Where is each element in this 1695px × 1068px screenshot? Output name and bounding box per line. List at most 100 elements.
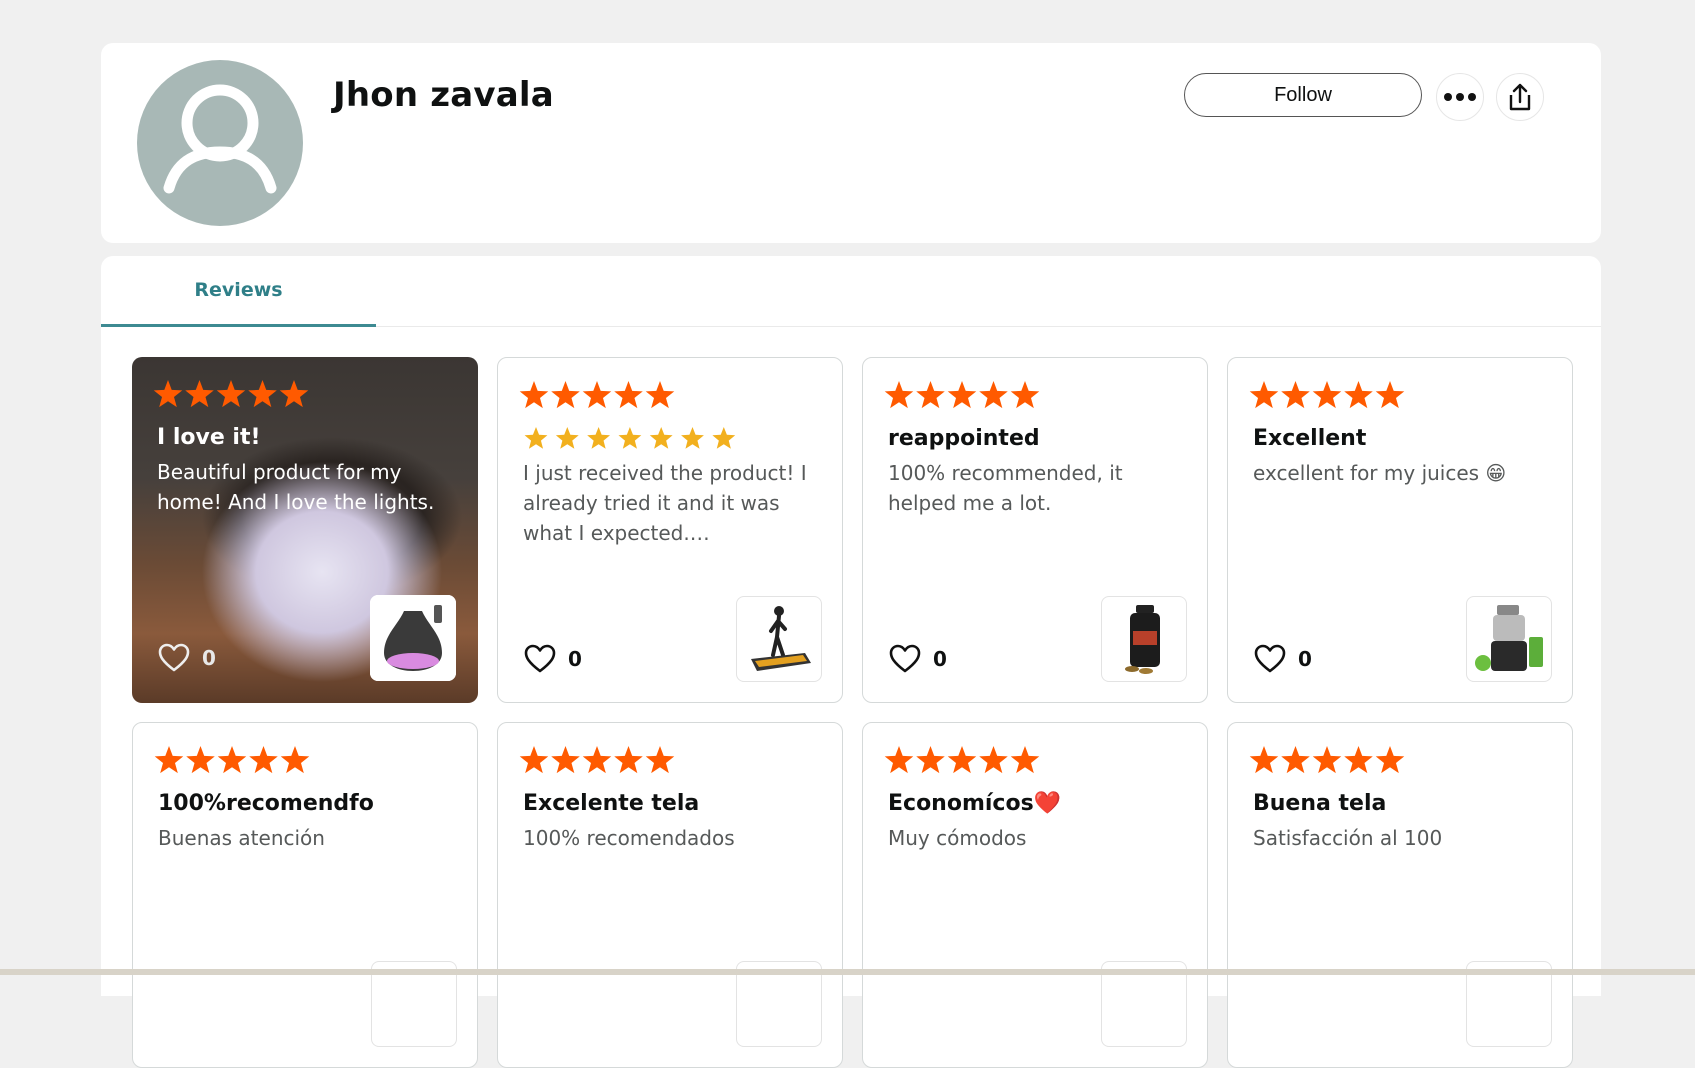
review-body: excellent for my juices 😁 xyxy=(1253,461,1507,485)
star-icon xyxy=(1344,381,1373,409)
tab-bar: Reviews xyxy=(101,256,1601,327)
review-body: Beautiful product for my home! And I lov… xyxy=(157,460,435,514)
review-card[interactable]: 100%recomendfo Buenas atención xyxy=(132,722,478,1068)
window-bottom-edge xyxy=(0,969,1695,975)
review-title: I love it! xyxy=(157,425,261,450)
star-rating xyxy=(519,746,675,774)
small-star-icon xyxy=(555,427,579,449)
small-star-icon xyxy=(649,427,673,449)
like-button[interactable]: 0 xyxy=(1254,644,1312,674)
star-icon xyxy=(185,380,214,408)
star-icon xyxy=(519,381,549,409)
star-icon xyxy=(279,380,309,408)
heart-icon xyxy=(158,643,190,672)
star-icon xyxy=(1249,746,1279,774)
star-icon xyxy=(1281,381,1310,409)
supplement-bottle-image xyxy=(1125,605,1160,674)
star-icon xyxy=(645,381,675,409)
star-rating xyxy=(1249,381,1405,409)
like-button[interactable]: 0 xyxy=(889,644,947,674)
star-icon xyxy=(216,380,246,408)
star-rating xyxy=(1249,746,1405,774)
small-star-icon xyxy=(618,427,642,449)
product-thumbnail[interactable] xyxy=(1101,596,1187,682)
like-count: 0 xyxy=(568,647,582,671)
star-rating xyxy=(884,381,1040,409)
diffuser-image xyxy=(370,595,456,681)
heart-icon xyxy=(889,644,921,673)
review-body: 100% recomendados xyxy=(523,826,735,850)
avatar xyxy=(137,60,303,226)
star-icon xyxy=(1312,746,1342,774)
like-count: 0 xyxy=(1298,647,1312,671)
star-icon xyxy=(1375,381,1405,409)
review-card[interactable]: Excellent excellent for my juices 😁 0 xyxy=(1227,357,1573,703)
star-icon xyxy=(884,746,914,774)
star-icon xyxy=(614,746,643,774)
star-icon xyxy=(884,381,914,409)
review-card[interactable]: Excelente tela 100% recomendados xyxy=(497,722,843,1068)
review-card[interactable]: Economícos❤️ Muy cómodos xyxy=(862,722,1208,1068)
star-rating xyxy=(153,380,309,408)
small-star-icon xyxy=(587,427,611,449)
share-button[interactable] xyxy=(1496,73,1544,121)
star-icon xyxy=(186,746,215,774)
star-icon xyxy=(280,746,310,774)
star-icon xyxy=(979,746,1008,774)
product-thumbnail[interactable] xyxy=(1466,596,1552,682)
profile-name: Jhon zavala xyxy=(333,75,554,115)
star-icon xyxy=(153,380,183,408)
follow-button[interactable]: Follow xyxy=(1184,73,1422,117)
product-thumbnail[interactable] xyxy=(736,596,822,682)
star-icon xyxy=(1375,746,1405,774)
star-icon xyxy=(947,746,977,774)
review-title: Buena tela xyxy=(1253,791,1387,816)
like-button[interactable]: 0 xyxy=(158,643,216,673)
star-icon xyxy=(916,746,945,774)
star-icon xyxy=(1312,381,1342,409)
review-body: Muy cómodos xyxy=(888,826,1027,850)
small-star-icon xyxy=(524,427,548,449)
star-rating xyxy=(884,746,1040,774)
review-body: Buenas atención xyxy=(158,826,325,850)
secondary-star-rating xyxy=(524,427,736,449)
star-icon xyxy=(249,746,278,774)
product-thumbnail[interactable] xyxy=(370,595,456,681)
juicer-image xyxy=(1475,605,1543,671)
profile-header: Jhon zavala Follow xyxy=(101,43,1601,243)
star-icon xyxy=(551,746,580,774)
reviews-panel: Reviews I love it! Beautiful product for… xyxy=(101,256,1601,1068)
star-icon xyxy=(519,746,549,774)
walking-pad-image xyxy=(751,606,811,671)
star-icon xyxy=(551,381,580,409)
star-icon xyxy=(1010,746,1040,774)
like-count: 0 xyxy=(933,647,947,671)
more-options-button[interactable] xyxy=(1436,73,1484,121)
star-rating xyxy=(154,746,310,774)
review-card[interactable]: reappointed 100% recommended, it helped … xyxy=(862,357,1208,703)
user-silhouette-icon xyxy=(163,84,277,194)
star-icon xyxy=(979,381,1008,409)
star-icon xyxy=(582,381,612,409)
heart-icon xyxy=(524,644,556,673)
star-icon xyxy=(154,746,184,774)
review-body: I just received the product! I already t… xyxy=(523,461,807,545)
review-card[interactable]: I just received the product! I already t… xyxy=(497,357,843,703)
review-title: reappointed xyxy=(888,426,1040,451)
like-button[interactable]: 0 xyxy=(524,644,582,674)
star-icon xyxy=(1344,746,1373,774)
review-body: 100% recommended, it helped me a lot. xyxy=(888,461,1123,515)
tab-reviews[interactable]: Reviews xyxy=(101,256,376,327)
star-icon xyxy=(916,381,945,409)
star-icon xyxy=(1249,381,1279,409)
review-title: 100%recomendfo xyxy=(158,791,374,816)
share-icon xyxy=(1509,83,1531,111)
star-icon xyxy=(217,746,247,774)
review-card[interactable]: Buena tela Satisfacción al 100 xyxy=(1227,722,1573,1068)
review-title: Economícos❤️ xyxy=(888,791,1062,816)
heart-icon xyxy=(1254,644,1286,673)
star-icon xyxy=(1010,381,1040,409)
small-star-icon xyxy=(681,427,704,449)
review-card[interactable]: I love it! Beautiful product for my home… xyxy=(132,357,478,703)
review-title: Excelente tela xyxy=(523,791,700,816)
